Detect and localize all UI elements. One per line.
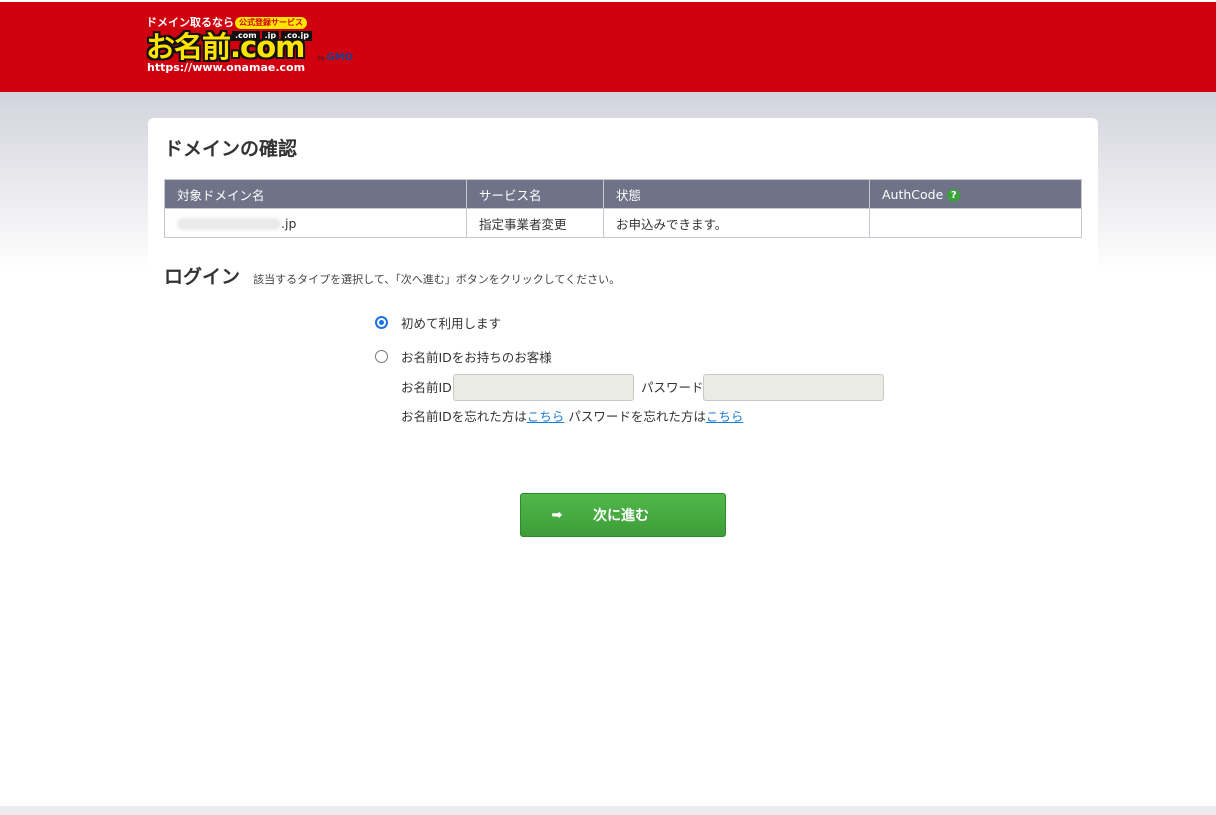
option-existing-user-label: お名前IDをお持ちのお客様: [401, 350, 552, 365]
column-header-status: 状態: [603, 179, 870, 209]
option-existing-user[interactable]: お名前IDをお持ちのお客様: [375, 347, 552, 366]
option-new-user[interactable]: 初めて利用します: [375, 313, 501, 332]
domain-confirm-title: ドメインの確認: [164, 138, 298, 160]
forgot-password-link[interactable]: こちら: [706, 409, 744, 424]
next-button-label: 次に進む: [593, 508, 649, 524]
arrow-right-icon: ➡: [551, 507, 563, 523]
forgot-links: お名前IDを忘れた方はこちら パスワードを忘れた方はこちら: [401, 409, 743, 425]
logo-tagline: ドメイン取るなら: [146, 16, 234, 29]
column-header-service: サービス名: [466, 179, 604, 209]
table-header-row: 対象ドメイン名 サービス名 状態 AuthCode?: [164, 179, 1082, 209]
onamae-logo[interactable]: ドメイン取るなら 公式登録サービス .com .jp .co.jp お名前.co…: [146, 16, 376, 76]
table-row: .jp 指定事業者変更 お申込みできます。: [164, 208, 1082, 238]
login-title: ログイン: [164, 266, 241, 288]
id-label: お名前ID: [401, 380, 452, 395]
domain-table: 対象ドメイン名 サービス名 状態 AuthCode? .jp 指定事業者変更 お…: [164, 179, 1082, 238]
login-description: 該当するタイプを選択して、「次へ進む」ボタンをクリックしてください。: [253, 273, 621, 286]
next-button[interactable]: ➡ 次に進む: [520, 493, 726, 537]
logo-badge: 公式登録サービス: [235, 17, 307, 29]
column-header-domain: 対象ドメイン名: [164, 179, 467, 209]
cell-domain: .jp: [164, 208, 467, 238]
cell-service: 指定事業者変更: [466, 208, 604, 238]
option-new-user-label: 初めて利用します: [401, 316, 502, 331]
forgot-id-link[interactable]: こちら: [527, 409, 565, 424]
column-header-authcode: AuthCode?: [869, 179, 1082, 209]
logo-url: https://www.onamae.com: [147, 61, 306, 74]
cell-authcode: [869, 208, 1082, 238]
login-heading: ログイン 該当するタイプを選択して、「次へ進む」ボタンをクリックしてください。: [164, 265, 620, 292]
footer-strip: [0, 806, 1216, 815]
id-input[interactable]: [453, 374, 634, 401]
logo-brand: お名前.com: [146, 30, 305, 64]
password-input[interactable]: [703, 374, 884, 401]
help-icon[interactable]: ?: [947, 188, 961, 202]
forgot-password-text: パスワードを忘れた方は: [568, 409, 706, 424]
radio-existing-user[interactable]: [375, 350, 388, 363]
password-label: パスワード: [641, 380, 704, 395]
redacted-domain: [177, 218, 281, 230]
forgot-id-text: お名前IDを忘れた方は: [401, 409, 527, 424]
site-header: ドメイン取るなら 公式登録サービス .com .jp .co.jp お名前.co…: [0, 2, 1216, 92]
radio-new-user[interactable]: [375, 316, 388, 329]
cell-status: お申込みできます。: [603, 208, 870, 238]
gmo-logo: byGMO: [318, 52, 354, 63]
